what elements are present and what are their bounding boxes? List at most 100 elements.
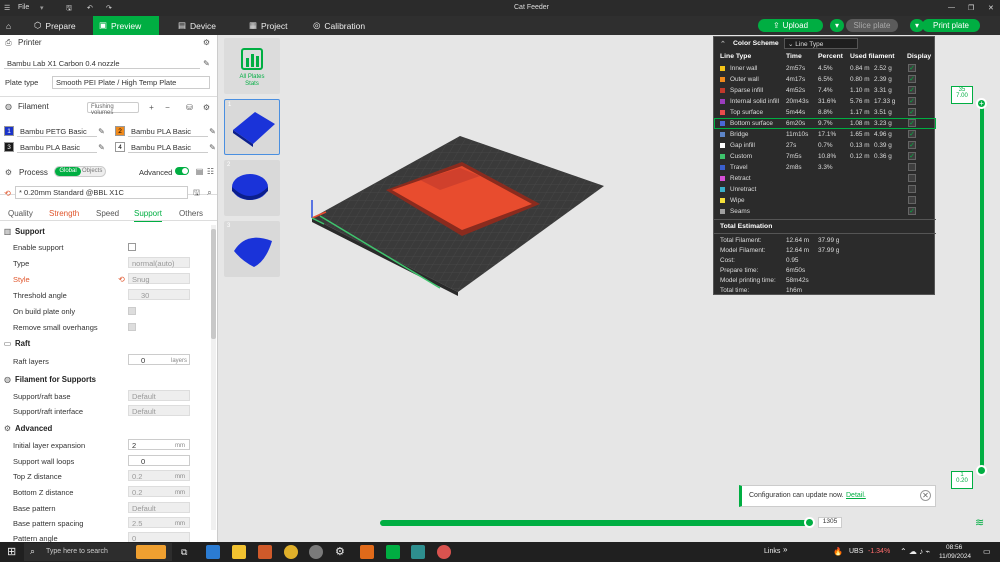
support-interface-select[interactable]: Default — [128, 405, 190, 416]
search-icon[interactable]: ⌕ — [205, 188, 214, 197]
tab-calibration[interactable]: ◎ Calibration — [307, 16, 371, 35]
display-checkbox[interactable]: ✓ — [908, 152, 916, 160]
app-icon[interactable] — [309, 545, 323, 559]
links-toolbar[interactable]: Links — [764, 548, 780, 555]
edit-filament-icon[interactable]: ✎ — [208, 143, 217, 152]
filament-select[interactable]: Bambu PLA Basic — [17, 142, 97, 153]
tab-strength[interactable]: Strength — [49, 209, 79, 218]
process-preset-select[interactable]: * 0.20mm Standard @BBL X1C — [15, 186, 188, 199]
display-checkbox[interactable]: ✓ — [908, 108, 916, 116]
menu-icon[interactable]: ☰ — [4, 4, 10, 12]
display-checkbox[interactable]: ✓ — [908, 64, 916, 72]
scrollbar-thumb[interactable] — [211, 229, 216, 339]
all-plates-stats-button[interactable]: All Plates Stats — [224, 38, 280, 94]
global-objects-toggle[interactable]: Global Objects — [54, 166, 106, 177]
close-icon[interactable]: ✕ — [988, 4, 994, 12]
dropdown-arrow-icon[interactable]: ▾ — [40, 4, 44, 12]
legend-row[interactable]: Bottom surface 6m20s 9.7% 1.08 m 3.23 g ✓ — [714, 118, 936, 129]
restore-icon[interactable]: ❐ — [968, 4, 974, 12]
legend-row[interactable]: Sparse infill 4m52s 7.4% 1.10 m 3.31 g ✓ — [714, 85, 936, 96]
printer-select[interactable]: Bambu Lab X1 Carbon 0.4 nozzle — [4, 58, 200, 69]
filament-select[interactable]: Bambu PETG Basic — [17, 126, 97, 137]
bambu-studio-icon[interactable] — [386, 545, 400, 559]
notification-center-icon[interactable]: ▭ — [983, 547, 991, 556]
style-reset-icon[interactable]: ⟲ — [117, 275, 126, 284]
display-checkbox[interactable]: ✓ — [908, 75, 916, 83]
display-checkbox[interactable] — [908, 174, 916, 182]
tab-others[interactable]: Others — [179, 209, 203, 218]
legend-row[interactable]: Gap infill 27s 0.7% 0.13 m 0.39 g ✓ — [714, 140, 936, 151]
settings-icon[interactable]: ⚙ — [335, 545, 349, 559]
minimize-icon[interactable]: — — [948, 4, 955, 11]
chrome-icon[interactable] — [437, 545, 451, 559]
display-checkbox[interactable] — [908, 196, 916, 204]
base-pattern-select[interactable]: Default — [128, 502, 190, 513]
layer-slider-top-handle[interactable]: + — [976, 98, 987, 109]
edit-filament-icon[interactable]: ✎ — [97, 127, 106, 136]
3d-viewport[interactable] — [300, 120, 620, 310]
filament-color-swatch[interactable]: 4 — [115, 142, 125, 152]
compare-icon[interactable]: ▤ — [195, 167, 204, 176]
tab-prepare[interactable]: ⬡ Prepare — [28, 16, 82, 35]
flushing-volumes-button[interactable]: Flushing volumes — [87, 102, 139, 116]
display-checkbox[interactable]: ✓ — [908, 119, 916, 127]
layer-slider-bottom-handle[interactable] — [976, 465, 987, 476]
undo-icon[interactable]: ↶ — [87, 4, 93, 12]
legend-row[interactable]: Top surface 5m44s 8.8% 1.17 m 3.51 g ✓ — [714, 107, 936, 118]
process-settings-icon[interactable]: ☷ — [206, 167, 215, 176]
file-menu[interactable]: File — [18, 4, 29, 11]
filament-select[interactable]: Bambu PLA Basic — [128, 126, 208, 137]
print-plate-button[interactable]: Print plate — [922, 19, 980, 32]
tab-project[interactable]: ▦ Project — [243, 16, 294, 35]
filament-color-swatch[interactable]: 2 — [115, 126, 125, 136]
legend-row[interactable]: Unretract — [714, 184, 936, 195]
plate-thumbnail-2[interactable]: 2 — [224, 160, 280, 216]
plate-thumbnail-3[interactable]: 3 — [224, 221, 280, 277]
plate-type-select[interactable]: Smooth PEI Plate / High Temp Plate — [52, 76, 210, 89]
layer-slider[interactable]: + — [975, 95, 989, 485]
plate-thumbnail-1[interactable]: 1 — [224, 99, 280, 155]
media-player-icon[interactable] — [258, 545, 272, 559]
tab-quality[interactable]: Quality — [8, 209, 33, 218]
display-checkbox[interactable]: ✓ — [908, 86, 916, 94]
objects-option[interactable]: Objects — [82, 167, 102, 176]
legend-row[interactable]: Retract — [714, 173, 936, 184]
color-scheme-select[interactable]: ⌄ Line Type — [784, 38, 858, 49]
legend-row[interactable]: Inner wall 2m57s 4.5% 0.84 m 2.52 g ✓ — [714, 63, 936, 74]
upload-button[interactable]: ⇪ Upload — [758, 19, 823, 32]
style-select[interactable]: Snug — [128, 273, 190, 284]
remove-filament-icon[interactable]: − — [163, 103, 172, 112]
mail-icon[interactable] — [206, 545, 220, 559]
add-filament-icon[interactable]: + — [147, 103, 156, 112]
filament-sync-icon[interactable]: ⛁ — [185, 103, 194, 112]
notification-detail-link[interactable]: Detail. — [846, 492, 866, 499]
display-checkbox[interactable]: ✓ — [908, 141, 916, 149]
enable-support-checkbox[interactable] — [128, 243, 136, 251]
reset-icon[interactable]: ⟲ — [3, 189, 12, 198]
legend-row[interactable]: Travel 2m8s 3.3% — [714, 162, 936, 173]
advanced-toggle[interactable] — [175, 167, 189, 175]
display-checkbox[interactable]: ✓ — [908, 97, 916, 105]
filament-settings-icon[interactable]: ⚙ — [202, 103, 211, 112]
move-slider-track[interactable] — [380, 520, 812, 526]
pattern-angle-input[interactable]: 0 — [128, 532, 190, 542]
legend-row[interactable]: Internal solid infill 20m43s 31.6% 5.76 m 17… — [714, 96, 936, 107]
filament-select[interactable]: Bambu PLA Basic — [128, 142, 208, 153]
save-icon[interactable]: 🖫 — [66, 4, 72, 15]
scrollbar[interactable] — [211, 225, 216, 530]
display-checkbox[interactable] — [908, 163, 916, 171]
legend-row[interactable]: Wipe — [714, 195, 936, 206]
task-view-icon[interactable]: ⧉ — [181, 545, 195, 559]
move-slider-handle[interactable] — [804, 517, 815, 528]
display-checkbox[interactable]: ✓ — [908, 130, 916, 138]
clock-date[interactable]: 11/09/2024 — [939, 553, 971, 560]
legend-row[interactable]: Bridge 11m10s 17.1% 1.65 m 4.96 g ✓ — [714, 129, 936, 140]
redo-icon[interactable]: ↷ — [106, 4, 112, 12]
clock-time[interactable]: 08:56 — [946, 544, 962, 551]
layers-icon[interactable]: ≋ — [975, 517, 987, 529]
collapse-icon[interactable]: ⌃ — [720, 40, 726, 48]
type-select[interactable]: normal(auto) — [128, 257, 190, 268]
tab-device[interactable]: ▤ Device — [172, 16, 222, 35]
save-preset-icon[interactable]: 🖫 — [192, 188, 201, 197]
on-build-plate-checkbox[interactable] — [128, 307, 136, 315]
